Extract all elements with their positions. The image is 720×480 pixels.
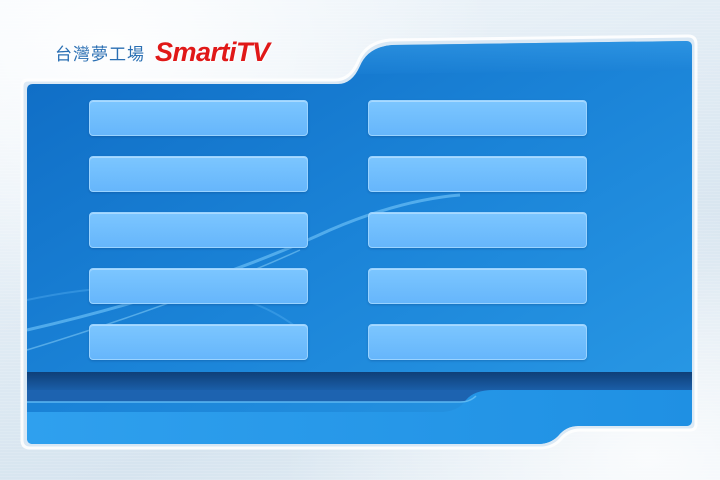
menu-item-right-2[interactable] (368, 156, 587, 192)
menu-item-left-1[interactable] (89, 100, 308, 136)
menu-item-right-4[interactable] (368, 268, 587, 304)
menu-item-right-1[interactable] (368, 100, 587, 136)
menu-item-left-5[interactable] (89, 324, 308, 360)
menu-item-left-2[interactable] (89, 156, 308, 192)
menu-item-left-3[interactable] (89, 212, 308, 248)
menu-item-right-5[interactable] (368, 324, 587, 360)
menu-item-left-4[interactable] (89, 268, 308, 304)
menu-item-right-3[interactable] (368, 212, 587, 248)
